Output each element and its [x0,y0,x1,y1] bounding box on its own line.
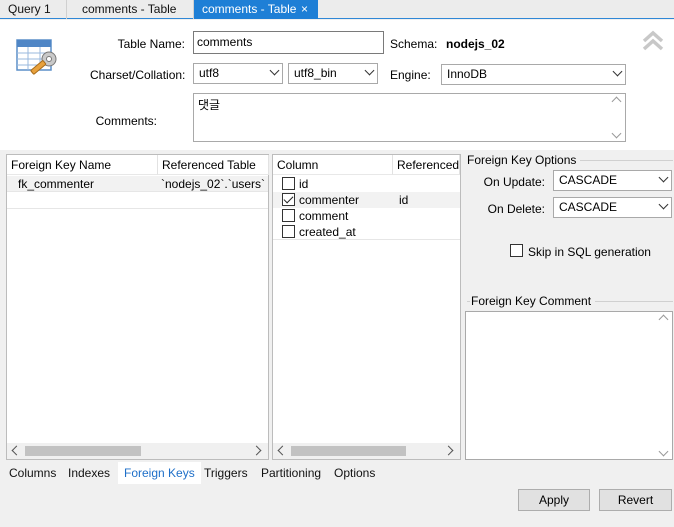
fk-name-column-header[interactable]: Foreign Key Name [7,155,158,175]
empty-row[interactable] [7,193,268,209]
on-update-value: CASCADE [559,173,618,187]
referenced-column-column-header[interactable]: Referenced Column [393,155,460,175]
table-comments-textarea[interactable]: 댓글 [193,93,626,142]
fk-list-scrollbar[interactable] [7,443,268,459]
engine-label: Engine: [390,68,431,82]
fk-column-list: Column Referenced Column id commenter id… [272,154,461,460]
fk-comment-title-text: Foreign Key Comment [471,294,592,308]
chevron-down-icon [364,65,375,76]
tab-label: comments - Table [202,2,297,16]
engine-select[interactable]: InnoDB [441,64,626,85]
tab-comments-table-active[interactable]: comments - Table × [194,0,318,19]
schema-value: nodejs_02 [446,37,505,51]
scroll-down-icon[interactable] [658,446,669,457]
scroll-up-icon[interactable] [611,96,622,107]
table-comments-value: 댓글 [198,98,221,112]
comments-scrollbar[interactable] [610,94,625,141]
revert-button[interactable]: Revert [599,489,672,511]
column-name-cell: created_at [299,225,356,239]
column-list-scrollbar[interactable] [273,443,460,459]
column-column-header[interactable]: Column [273,155,393,175]
scroll-right-icon[interactable] [443,445,454,456]
column-checkbox[interactable] [282,177,295,190]
skip-in-sql-checkbox[interactable] [510,244,523,257]
comments-label: Comments: [95,114,157,128]
apply-button[interactable]: Apply [518,489,590,511]
fk-options-title: Foreign Key Options [467,153,581,167]
chevron-down-icon [658,199,669,210]
collation-value: utf8_bin [294,66,337,80]
table-name-input[interactable]: comments [193,31,384,54]
schema-label: Schema: [390,37,438,51]
scroll-thumb[interactable] [25,446,141,456]
column-name-cell: commenter [299,193,360,207]
tab-foreign-keys[interactable]: Foreign Keys [118,462,201,484]
on-update-select[interactable]: CASCADE [553,170,672,191]
fk-comment-title: Foreign Key Comment [467,294,596,308]
on-delete-label: On Delete: [487,202,545,216]
chevron-down-icon [612,66,623,77]
fk-comment-scrollbar[interactable] [657,312,672,459]
chevron-down-icon [269,65,280,76]
referenced-table-cell: `nodejs_02`.`users` [161,177,266,191]
tab-options[interactable]: Options [334,462,375,484]
scroll-left-icon[interactable] [277,445,288,456]
fk-comment-textarea[interactable] [465,311,673,460]
column-name-cell: comment [299,209,349,223]
skip-in-sql-label[interactable]: Skip in SQL generation [528,245,651,259]
scroll-up-icon[interactable] [658,314,669,325]
collation-select[interactable]: utf8_bin [288,63,378,84]
table-editor-icon [16,39,57,75]
column-name-cell: id [299,177,309,191]
on-delete-select[interactable]: CASCADE [553,197,672,218]
tab-triggers[interactable]: Triggers [204,462,248,484]
editor-tab-bar: Query 1 comments - Table comments - Tabl… [0,0,674,19]
charset-value: utf8 [199,66,220,80]
scroll-thumb[interactable] [291,446,406,456]
column-checkbox[interactable] [282,225,295,238]
editor-section-tabs: Columns Indexes Foreign Keys Triggers Pa… [0,462,674,484]
charset-select[interactable]: utf8 [193,63,283,84]
scroll-right-icon[interactable] [251,445,262,456]
tab-partitioning[interactable]: Partitioning [261,462,321,484]
engine-value: InnoDB [447,67,488,81]
foreign-key-list: Foreign Key Name Referenced Table fk_com… [6,154,269,460]
collapse-header-icon[interactable] [641,30,665,52]
table-row[interactable]: comment [273,208,460,224]
on-update-label: On Update: [483,175,545,189]
table-name-label: Table Name: [117,37,185,51]
chevron-down-icon [658,172,669,183]
table-row[interactable]: fk_commenter `nodejs_02`.`users` [7,176,268,192]
referenced-table-column-header[interactable]: Referenced Table [158,155,269,175]
tab-comments-table-1[interactable]: comments - Table [67,0,194,19]
charset-collation-label: Charset/Collation: [90,68,186,82]
tab-indexes[interactable]: Indexes [68,462,110,484]
referenced-column-cell[interactable]: id [399,192,408,208]
scroll-down-icon[interactable] [611,128,622,139]
column-checkbox[interactable] [282,209,295,222]
table-row[interactable]: id [273,176,460,192]
scroll-left-icon[interactable] [11,445,22,456]
close-tab-icon[interactable]: × [301,0,308,18]
fk-name-cell: fk_commenter [18,177,95,191]
on-delete-value: CASCADE [559,200,618,214]
table-row[interactable]: commenter id [273,192,460,208]
table-row[interactable]: created_at [273,224,460,240]
column-checkbox[interactable] [282,193,295,206]
tab-columns[interactable]: Columns [9,462,56,484]
tab-query-1[interactable]: Query 1 [0,0,67,19]
